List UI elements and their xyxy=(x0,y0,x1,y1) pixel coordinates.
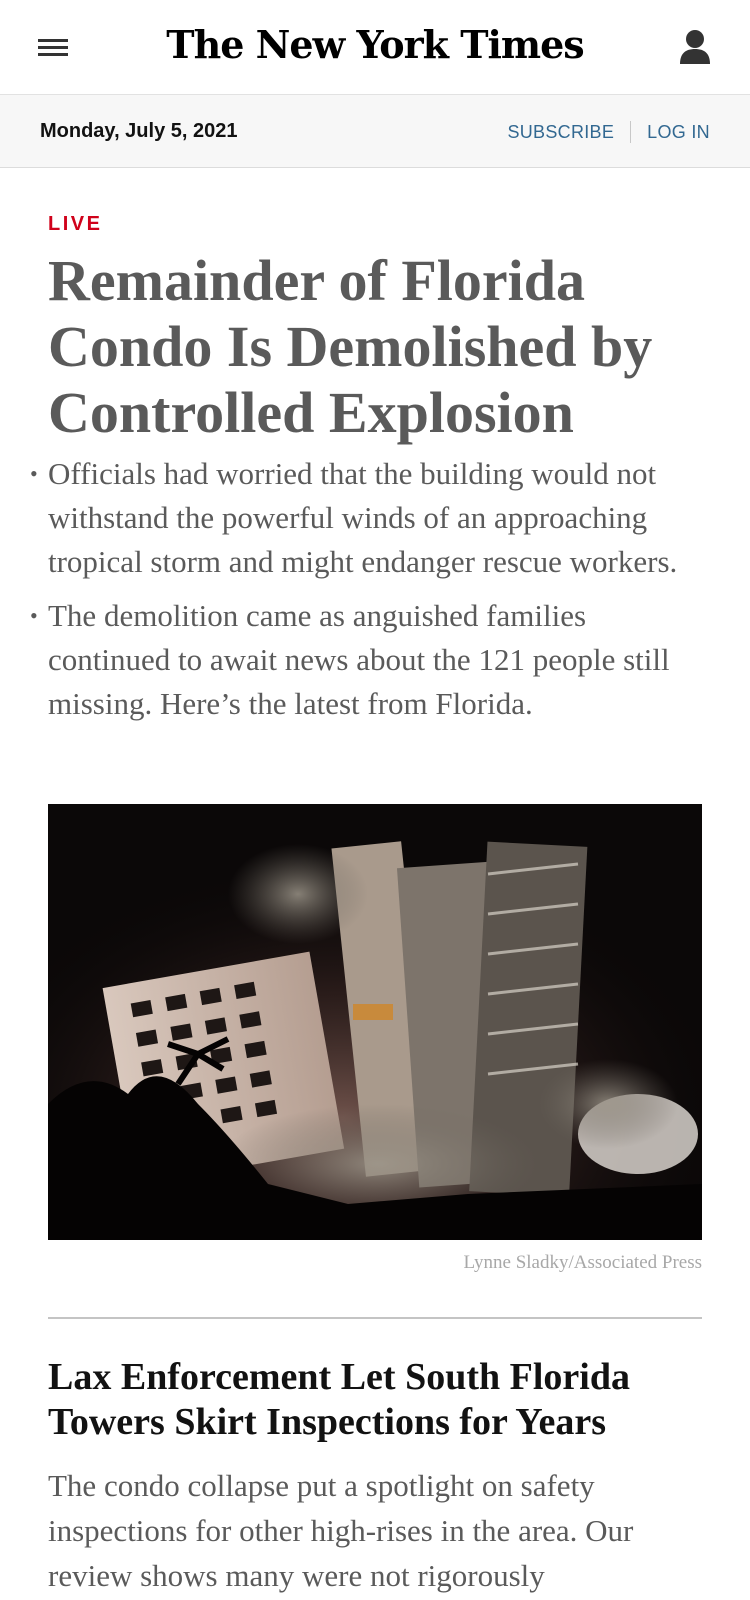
summary-text: The demolition came as anguished familie… xyxy=(48,598,670,721)
masthead: The New York Times xyxy=(0,0,750,95)
subscribe-link[interactable]: SUBSCRIBE xyxy=(507,122,614,143)
summary-bullet: • The demolition came as anguished famil… xyxy=(30,594,710,726)
lead-headline[interactable]: Remainder of Florida Condo Is Demolished… xyxy=(48,248,708,446)
divider xyxy=(630,121,632,143)
live-label: LIVE xyxy=(48,213,103,235)
second-headline[interactable]: Lax Enforcement Let South Florida Towers… xyxy=(48,1355,708,1445)
date-bar: Monday, July 5, 2021 SUBSCRIBE LOG IN xyxy=(0,95,750,168)
section-divider xyxy=(48,1317,702,1319)
user-icon[interactable] xyxy=(678,28,712,66)
login-link[interactable]: LOG IN xyxy=(647,122,710,143)
lead-summary-list: • Officials had worried that the buildin… xyxy=(30,452,710,736)
lead-photo[interactable] xyxy=(48,804,702,1240)
bullet-icon: • xyxy=(30,603,38,628)
summary-bullet: • Officials had worried that the buildin… xyxy=(30,452,710,584)
summary-text: Officials had worried that the building … xyxy=(48,456,678,579)
photo-credit: Lynne Sladky/Associated Press xyxy=(463,1252,702,1273)
auth-links: SUBSCRIBE LOG IN xyxy=(507,121,710,143)
second-summary: The condo collapse put a spotlight on sa… xyxy=(48,1468,634,1593)
current-date: Monday, July 5, 2021 xyxy=(40,120,238,142)
nyt-logo[interactable]: The New York Times xyxy=(0,22,750,67)
bullet-icon: • xyxy=(30,461,38,486)
